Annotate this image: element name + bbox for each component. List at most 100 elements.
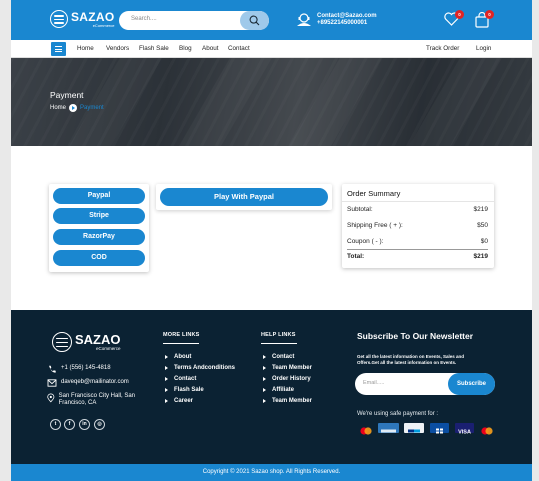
nav-contact[interactable]: Contact	[228, 45, 250, 52]
header-contact: Contact@Sazao.com +89522145000001	[296, 13, 377, 27]
footer-link-career[interactable]: Career	[165, 398, 193, 404]
help-link-affiliate[interactable]: Affiliate	[263, 387, 294, 393]
footer-link-label: Team Member	[272, 365, 312, 371]
paypal-icon	[404, 423, 424, 433]
method-paypal-button[interactable]: Paypal	[53, 188, 145, 204]
breadcrumb-current: Payment	[80, 105, 104, 111]
logo-mark-icon	[52, 332, 72, 352]
summary-divider	[347, 249, 488, 250]
menu-button[interactable]	[51, 42, 66, 56]
method-cod-button[interactable]: COD	[53, 250, 145, 266]
search-button[interactable]	[240, 11, 269, 30]
help-link-team-member[interactable]: Team Member	[263, 365, 312, 371]
footer-logo[interactable]: SAZAO eCommerce	[52, 332, 121, 352]
footer-link-terms[interactable]: Terms Andconditions	[165, 365, 235, 371]
nav-login[interactable]: Login	[476, 45, 491, 52]
page-title: Payment	[50, 90, 84, 100]
help-link-contact[interactable]: Contact	[263, 354, 294, 360]
footer-link-label: Contact	[174, 376, 197, 382]
footer-link-label: Affiliate	[272, 387, 295, 393]
summary-row-shipping: Shipping Free ( + ): $50	[347, 222, 488, 229]
card-icon	[430, 423, 449, 434]
nav-vendors[interactable]: Vendors	[106, 45, 129, 52]
summary-label: Shipping Free ( + ):	[347, 222, 403, 229]
footer-phone: +1 (556) 145-4818	[47, 365, 111, 374]
newsletter-email-input[interactable]: Email.....	[363, 380, 384, 386]
safe-payment-text: We're using safe payment for :	[357, 411, 439, 417]
search-bar[interactable]: Search....	[119, 11, 269, 30]
footer-link-label: Contact	[272, 354, 295, 360]
summary-value: $219	[473, 206, 488, 213]
pay-with-paypal-button[interactable]: Play With Paypal	[160, 188, 328, 206]
order-summary: Order Summary Subtotal: $219 Shipping Fr…	[342, 184, 494, 268]
footer-link-contact[interactable]: Contact	[165, 376, 196, 382]
wishlist-button[interactable]: 0	[444, 10, 464, 31]
footer-link-label: Terms Andconditions	[174, 365, 236, 371]
footer-link-label: About	[174, 354, 192, 360]
newsletter-title: Subscribe To Our Newsletter	[357, 331, 474, 341]
logo-mark-icon	[50, 10, 68, 28]
newsletter-text: Get all the latest information on Events…	[357, 354, 465, 365]
payment-methods-panel: Paypal Stripe RazorPay COD	[49, 184, 149, 272]
help-link-order-history[interactable]: Order History	[263, 376, 311, 382]
footer-link-label: Flash Sale	[174, 387, 204, 393]
footer-email-text[interactable]: daveqeb@mailinator.com	[61, 379, 129, 385]
nav-home[interactable]: Home	[77, 45, 94, 52]
summary-total-label: Total:	[347, 253, 365, 260]
brand-logo[interactable]: SAZAO eCommerce	[50, 10, 115, 28]
footer-link-label: Team Member	[272, 398, 312, 404]
linkedin-icon[interactable]: in	[79, 419, 90, 430]
search-input[interactable]: Search....	[131, 16, 157, 22]
more-links-title: MORE LINKS	[163, 332, 200, 344]
brand-name: SAZAO	[71, 9, 115, 24]
instagram-icon[interactable]: ◎	[94, 419, 105, 430]
footer-link-label: Career	[174, 398, 194, 404]
brand-tagline: eCommerce	[92, 22, 115, 28]
footer-phone-text[interactable]: +1 (556) 145-4818	[61, 365, 111, 371]
order-summary-title: Order Summary	[347, 189, 401, 198]
cart-button[interactable]: 0	[475, 10, 494, 33]
chevron-right-icon	[69, 104, 78, 112]
footer-link-about[interactable]: About	[165, 354, 191, 360]
nav-flash-sale[interactable]: Flash Sale	[139, 45, 169, 52]
search-icon	[249, 15, 260, 26]
facebook-icon[interactable]: f	[64, 419, 75, 430]
amex-icon	[378, 423, 399, 433]
paypal-panel: Play With Paypal	[156, 184, 332, 210]
footer-link-flash-sale[interactable]: Flash Sale	[165, 387, 204, 393]
breadcrumb: Home Payment	[50, 104, 104, 112]
wishlist-count-badge: 0	[455, 10, 464, 19]
footer-email: daveqeb@mailinator.com	[47, 379, 129, 387]
visa-icon: VISA	[455, 423, 474, 435]
summary-row-coupon: Coupon ( - ): $0	[347, 238, 488, 245]
support-icon	[297, 13, 311, 26]
summary-value: $50	[477, 222, 488, 229]
summary-total-value: $219	[473, 253, 488, 260]
subscribe-button[interactable]: Subscribe	[448, 373, 495, 395]
cart-count-badge: 0	[485, 10, 494, 19]
contact-phone[interactable]: +89522145000001	[317, 20, 377, 27]
summary-value: $0	[480, 238, 488, 245]
copyright-bar: Copyright © 2021 Sazao shop. All Rights …	[11, 464, 532, 481]
summary-label: Coupon ( - ):	[347, 238, 384, 245]
nav-about[interactable]: About	[202, 45, 218, 52]
help-links-title: HELP LINKS	[261, 332, 297, 344]
summary-row-subtotal: Subtotal: $219	[347, 206, 488, 213]
footer-brand-name: SAZAO	[75, 332, 121, 347]
breadcrumb-home[interactable]: Home	[50, 105, 66, 111]
envelope-icon	[47, 379, 57, 387]
contact-email[interactable]: Contact@Sazao.com	[317, 13, 377, 20]
main-nav: Home Vendors Flash Sale Blog About Conta…	[11, 40, 532, 58]
newsletter-form: Email..... Subscribe	[355, 373, 495, 395]
footer: SAZAO eCommerce +1 (556) 145-4818 daveqe…	[11, 310, 532, 464]
phone-icon	[49, 365, 56, 373]
nav-blog[interactable]: Blog	[179, 45, 192, 52]
top-header: SAZAO eCommerce Search.... Contact@Sazao…	[11, 0, 532, 40]
help-link-team-member-2[interactable]: Team Member	[263, 398, 312, 404]
twitter-icon[interactable]: t	[50, 419, 61, 430]
svg-text:VISA: VISA	[458, 429, 471, 435]
method-razorpay-button[interactable]: RazorPay	[53, 229, 145, 245]
method-stripe-button[interactable]: Stripe	[53, 208, 145, 224]
nav-track-order[interactable]: Track Order	[426, 45, 459, 52]
page-banner: Payment Home Payment	[11, 58, 532, 146]
